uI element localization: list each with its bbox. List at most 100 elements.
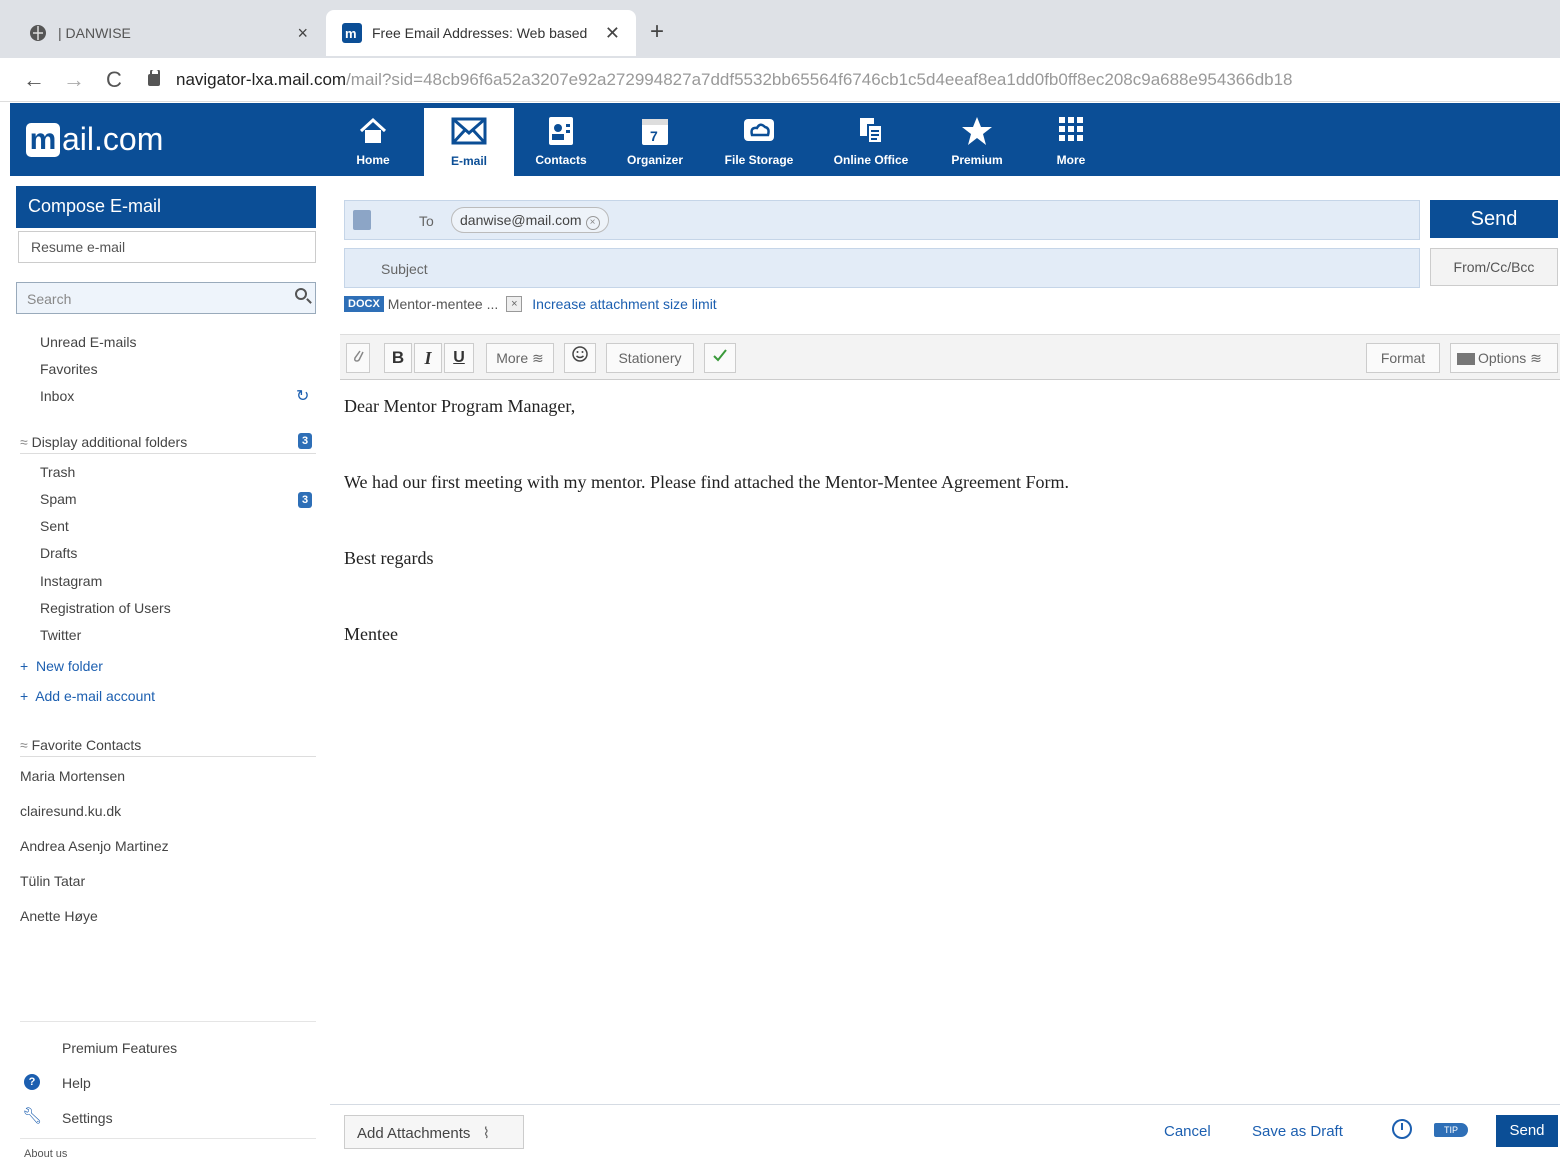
format-button[interactable]: Format [1366, 343, 1440, 373]
divider [20, 1138, 316, 1139]
mailcom-logo[interactable]: m ail.com [26, 121, 163, 158]
italic-button[interactable]: I [414, 343, 442, 373]
increase-attachment-limit-link[interactable]: Increase attachment size limit [532, 296, 716, 312]
nav-label: Organizer [626, 153, 683, 167]
tip-tag-icon[interactable]: TIP [1434, 1123, 1468, 1137]
close-tab-icon[interactable]: × [297, 23, 308, 44]
add-account-link[interactable]: + Add e-mail account [20, 688, 155, 704]
close-tab-icon[interactable]: ✕ [605, 23, 620, 44]
subject-label: Subject [381, 261, 428, 277]
about-us-link[interactable]: About us [24, 1148, 67, 1160]
nav-more[interactable]: More [1026, 103, 1116, 176]
recipient-chip[interactable]: danwise@mail.com × [451, 207, 609, 233]
options-button[interactable]: Options ≋ [1450, 343, 1558, 373]
folder-unread[interactable]: Unread E-mails [40, 334, 136, 350]
nav-file-storage[interactable]: File Storage [714, 103, 804, 176]
contact-item[interactable]: Anette Høye [20, 908, 98, 924]
nav-premium[interactable]: Premium [932, 103, 1022, 176]
schedule-clock-icon[interactable] [1392, 1119, 1412, 1139]
nav-email[interactable]: E-mail [424, 108, 514, 176]
premium-features-link[interactable]: Premium Features [62, 1040, 177, 1056]
mailcom-favicon-icon: m [342, 23, 362, 43]
url-field[interactable]: navigator-lxa.mail.com /mail?sid=48cb96f… [148, 69, 1293, 90]
send-button-top[interactable]: Send [1430, 200, 1558, 238]
wrench-icon: 🔧︎ [22, 1108, 43, 1125]
help-link[interactable]: Help [62, 1075, 91, 1091]
display-additional-label: Display additional folders [31, 434, 188, 450]
contact-item[interactable]: Andrea Asenjo Martinez [20, 838, 169, 854]
address-book-icon[interactable] [353, 210, 371, 230]
folder-favorites[interactable]: Favorites [40, 361, 98, 377]
from-cc-bcc-button[interactable]: From/Cc/Bcc [1430, 248, 1558, 286]
folder-registration[interactable]: Registration of Users [40, 600, 171, 616]
lock-icon [148, 69, 160, 86]
folder-instagram[interactable]: Instagram [40, 573, 102, 589]
save-as-draft-link[interactable]: Save as Draft [1252, 1123, 1343, 1140]
folder-spam[interactable]: Spam [40, 491, 77, 507]
paperclip-icon[interactable] [346, 343, 370, 373]
bold-button[interactable]: B [384, 343, 412, 373]
contact-item[interactable]: Maria Mortensen [20, 768, 125, 784]
help-icon: ? [24, 1074, 40, 1090]
underline-button[interactable]: U [444, 343, 474, 373]
app-header: m ail.com Home E-mail Contacts 7 Organiz… [10, 103, 1560, 176]
spam-badge: 3 [298, 492, 312, 508]
nav-contacts[interactable]: Contacts [516, 103, 606, 176]
to-label: To [419, 213, 434, 229]
collapse-icon: ≈ [20, 434, 32, 450]
recipient-address: danwise@mail.com [460, 212, 582, 228]
browser-tab-mail[interactable]: m Free Email Addresses: Web based ✕ [326, 10, 636, 56]
logo-text: ail.com [62, 121, 164, 157]
send-button-bottom[interactable]: Send [1496, 1115, 1558, 1147]
folder-inbox[interactable]: Inbox [40, 388, 74, 404]
home-icon [328, 115, 418, 149]
new-tab-button[interactable]: + [650, 18, 664, 46]
folder-twitter[interactable]: Twitter [40, 627, 81, 643]
tab-title: Free Email Addresses: Web based [372, 25, 588, 41]
add-attachments-label: Add Attachments [357, 1125, 471, 1142]
folder-drafts[interactable]: Drafts [40, 545, 77, 561]
search-input[interactable]: Search [16, 282, 316, 314]
back-icon[interactable]: ← [14, 67, 54, 93]
paperclip-icon: ⌇ [482, 1125, 490, 1142]
nav-label: Home [356, 153, 390, 167]
nav-home[interactable]: Home [328, 103, 418, 176]
emoji-icon[interactable] [564, 343, 596, 373]
folder-sent[interactable]: Sent [40, 518, 69, 534]
refresh-icon[interactable]: ↻ [296, 386, 309, 406]
to-field[interactable]: To danwise@mail.com × [344, 200, 1420, 240]
favorite-contacts-header[interactable]: ≈ Favorite Contacts [20, 737, 316, 757]
new-folder-link[interactable]: + New folder [20, 658, 103, 674]
subject-field[interactable]: Subject [344, 248, 1420, 288]
display-additional-folders[interactable]: ≈ Display additional folders [20, 434, 316, 454]
browser-tab-bar: | DANWISE × m Free Email Addresses: Web … [0, 0, 1560, 58]
remove-attachment-icon[interactable]: × [506, 296, 523, 312]
nav-organizer[interactable]: 7 Organizer [610, 103, 700, 176]
contact-item[interactable]: clairesund.ku.dk [20, 803, 121, 819]
favorite-contacts-label: Favorite Contacts [31, 737, 142, 753]
stationery-button[interactable]: Stationery [606, 343, 694, 373]
nav-online-office[interactable]: Online Office [826, 103, 916, 176]
nav-label: E-mail [450, 154, 487, 168]
compose-panel: To danwise@mail.com × Send Subject From/C… [330, 176, 1560, 1164]
body-line: Mentee [344, 624, 398, 644]
cancel-link[interactable]: Cancel [1164, 1123, 1211, 1140]
url-host: navigator-lxa.mail.com [176, 69, 347, 89]
search-icon[interactable] [295, 288, 307, 300]
reload-icon[interactable]: C [94, 67, 134, 93]
forward-icon[interactable]: → [54, 67, 94, 93]
more-formatting-button[interactable]: More ≋ [486, 343, 554, 373]
resume-email-button[interactable]: Resume e-mail [18, 231, 316, 263]
settings-link[interactable]: Settings [62, 1110, 113, 1126]
nav-label: Online Office [833, 153, 909, 167]
compose-email-button[interactable]: Compose E-mail [16, 186, 316, 228]
docx-icon: DOCX [344, 296, 384, 312]
folder-trash[interactable]: Trash [40, 464, 75, 480]
contact-item[interactable]: Tülin Tatar [20, 873, 85, 889]
attachment-name[interactable]: Mentor-mentee ... [388, 296, 499, 312]
add-attachments-button[interactable]: Add Attachments ⌇ [344, 1115, 524, 1149]
spellcheck-icon[interactable] [704, 343, 736, 373]
remove-recipient-icon[interactable]: × [585, 216, 600, 230]
browser-tab-danwise[interactable]: | DANWISE × [12, 10, 324, 56]
search-placeholder: Search [27, 291, 72, 307]
